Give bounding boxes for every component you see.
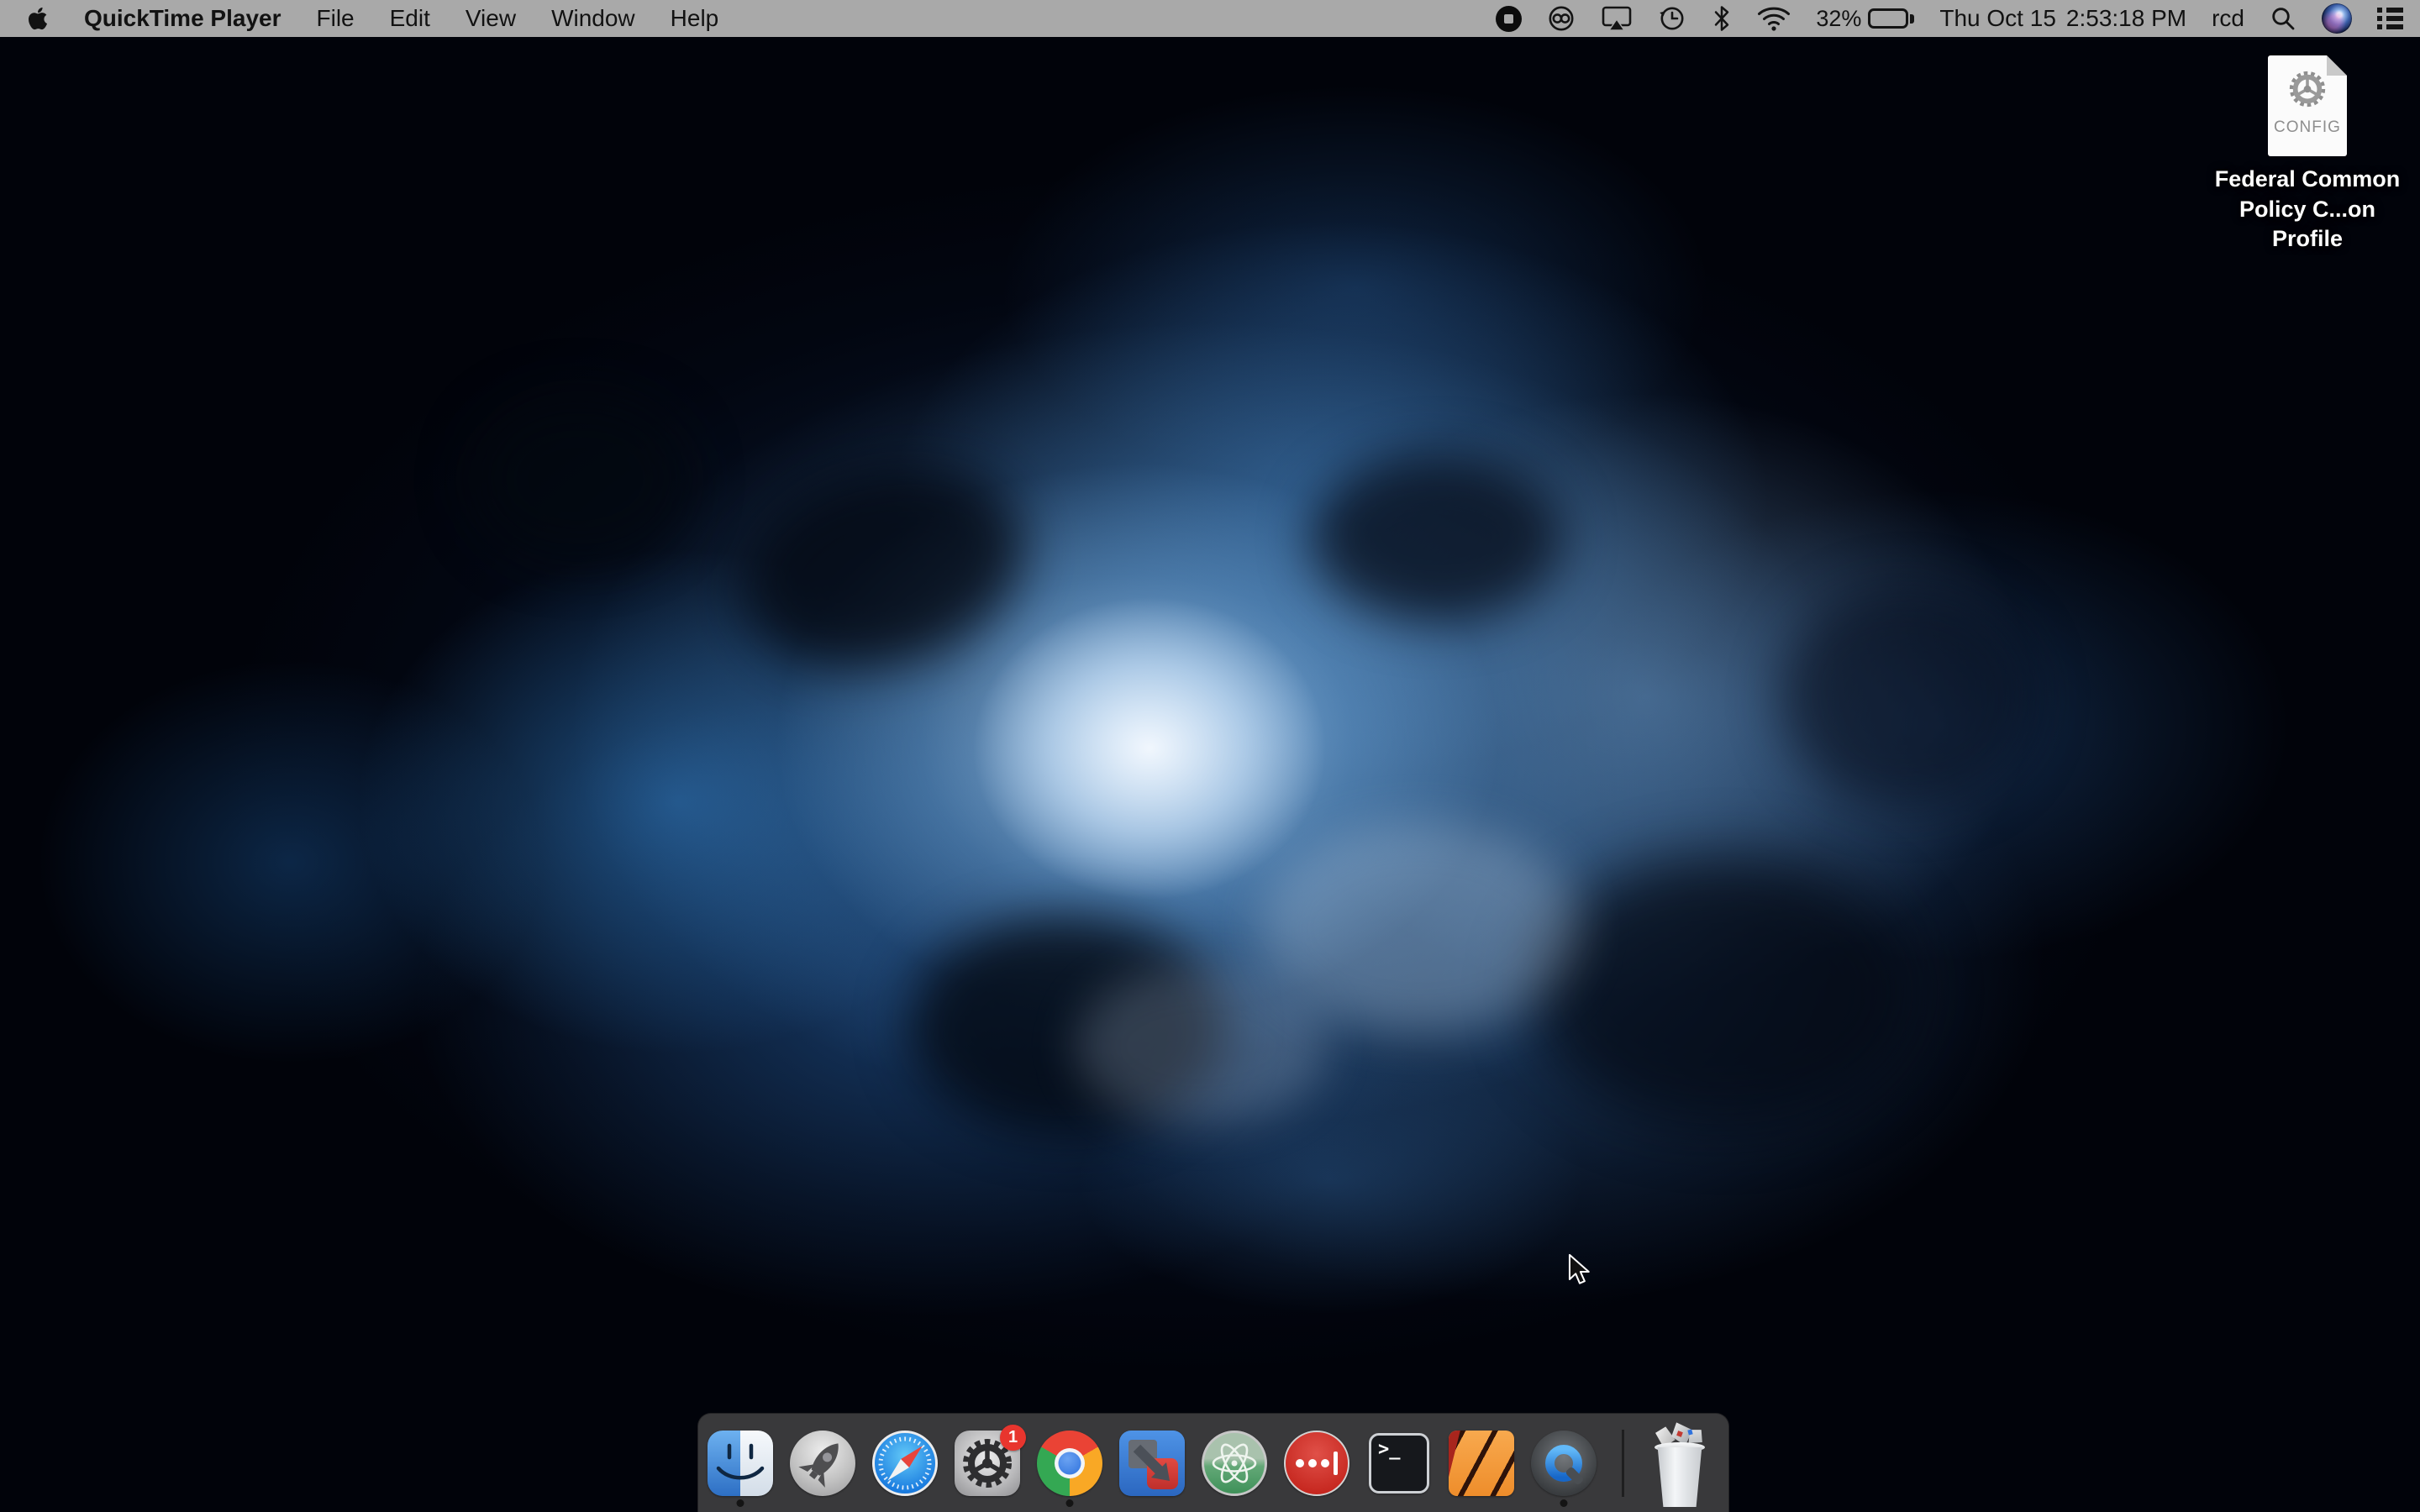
wallpaper-smoke (471, 395, 689, 563)
battery-percent: 32% (1816, 6, 1861, 32)
airplay-icon[interactable] (1601, 5, 1633, 32)
menu-bar: QuickTime Player File Edit View Window H… (0, 0, 2420, 37)
wallpaper-smoke (1529, 857, 1916, 1126)
desktop: QuickTime Player File Edit View Window H… (0, 0, 2420, 1512)
dock-item-lastpass[interactable] (1284, 1431, 1349, 1496)
menu-bar-status: 32% Thu Oct 152:53:18 PM rcd (1496, 0, 2420, 37)
vmware-fusion-icon (1119, 1431, 1185, 1496)
trash-icon (1656, 1447, 1703, 1507)
atom-icon (1202, 1431, 1267, 1496)
quicktime-player-icon (1531, 1431, 1597, 1496)
wallpaper-smoke (1311, 454, 1563, 622)
wallpaper (0, 0, 2420, 1512)
dock-item-finder[interactable] (708, 1431, 773, 1496)
dock-item-affinity-publisher[interactable] (1449, 1431, 1514, 1496)
running-indicator (737, 1499, 744, 1507)
desktop-file-federal-common-policy[interactable]: CONFIG Federal Common Policy C...on Prof… (2202, 55, 2413, 255)
dock-item-google-chrome[interactable] (1037, 1431, 1102, 1496)
wallpaper-cloud (1260, 823, 1580, 1033)
spotlight-search-icon[interactable] (2270, 5, 2296, 32)
bluetooth-icon[interactable] (1712, 4, 1732, 33)
affinity-publisher-icon (1449, 1431, 1514, 1496)
user-switch-menu[interactable]: rcd (2212, 5, 2244, 32)
dock-item-system-preferences[interactable]: 1 (955, 1431, 1020, 1496)
dock-item-safari[interactable] (872, 1431, 938, 1496)
siri-icon[interactable] (2322, 3, 2352, 34)
config-badge-text: CONFIG (2274, 118, 2341, 137)
battery-icon (1868, 8, 1914, 29)
wallpaper-smoke (1781, 588, 2033, 806)
safari-icon (872, 1431, 938, 1496)
menu-bar-left: QuickTime Player File Edit View Window H… (0, 0, 718, 37)
wallpaper-cloud (1076, 966, 1328, 1126)
dock-item-vmware-fusion[interactable] (1119, 1431, 1185, 1496)
wallpaper-smoke (719, 437, 1045, 697)
desktop-file-label: Federal Common Policy C...on Profile (2202, 165, 2413, 255)
finder-icon (708, 1431, 773, 1496)
apple-menu[interactable] (27, 6, 49, 31)
active-app-menu[interactable]: QuickTime Player (84, 5, 281, 32)
terminal-icon: >_ (1369, 1433, 1429, 1494)
config-gear-icon (2284, 66, 2331, 117)
launchpad-icon (790, 1431, 855, 1496)
notification-badge: 1 (1000, 1425, 1026, 1451)
dock-item-atom[interactable] (1202, 1431, 1267, 1496)
dock-item-quicktime-player[interactable] (1531, 1431, 1597, 1496)
config-profile-document-icon: CONFIG (2268, 55, 2347, 156)
menu-file[interactable]: File (317, 5, 355, 32)
time-machine-icon[interactable] (1658, 4, 1686, 33)
battery-menu[interactable]: 32% (1816, 6, 1914, 32)
menu-bar-clock[interactable]: Thu Oct 152:53:18 PM (1939, 5, 2186, 32)
stop-recording-icon[interactable] (1496, 6, 1522, 32)
running-indicator (1560, 1499, 1568, 1507)
notification-center-icon[interactable] (2377, 8, 2403, 29)
running-indicator (1066, 1499, 1074, 1507)
menu-window[interactable]: Window (551, 5, 635, 32)
dock-item-trash[interactable] (1649, 1425, 1710, 1509)
menu-help[interactable]: Help (671, 5, 719, 32)
dock-divider (1622, 1430, 1624, 1497)
dock-item-launchpad[interactable] (790, 1431, 855, 1496)
menu-edit[interactable]: Edit (390, 5, 430, 32)
page-fold (2327, 55, 2347, 76)
mouse-cursor (1568, 1253, 1591, 1289)
wifi-icon[interactable] (1757, 6, 1791, 32)
dock: 1 (697, 1413, 1729, 1512)
adobe-creative-cloud-icon[interactable] (1547, 4, 1576, 33)
menu-view[interactable]: View (466, 5, 516, 32)
dock-item-terminal[interactable]: >_ (1366, 1431, 1432, 1496)
apple-logo-icon (27, 6, 49, 31)
google-chrome-icon (1037, 1431, 1102, 1496)
lastpass-icon (1284, 1431, 1349, 1496)
